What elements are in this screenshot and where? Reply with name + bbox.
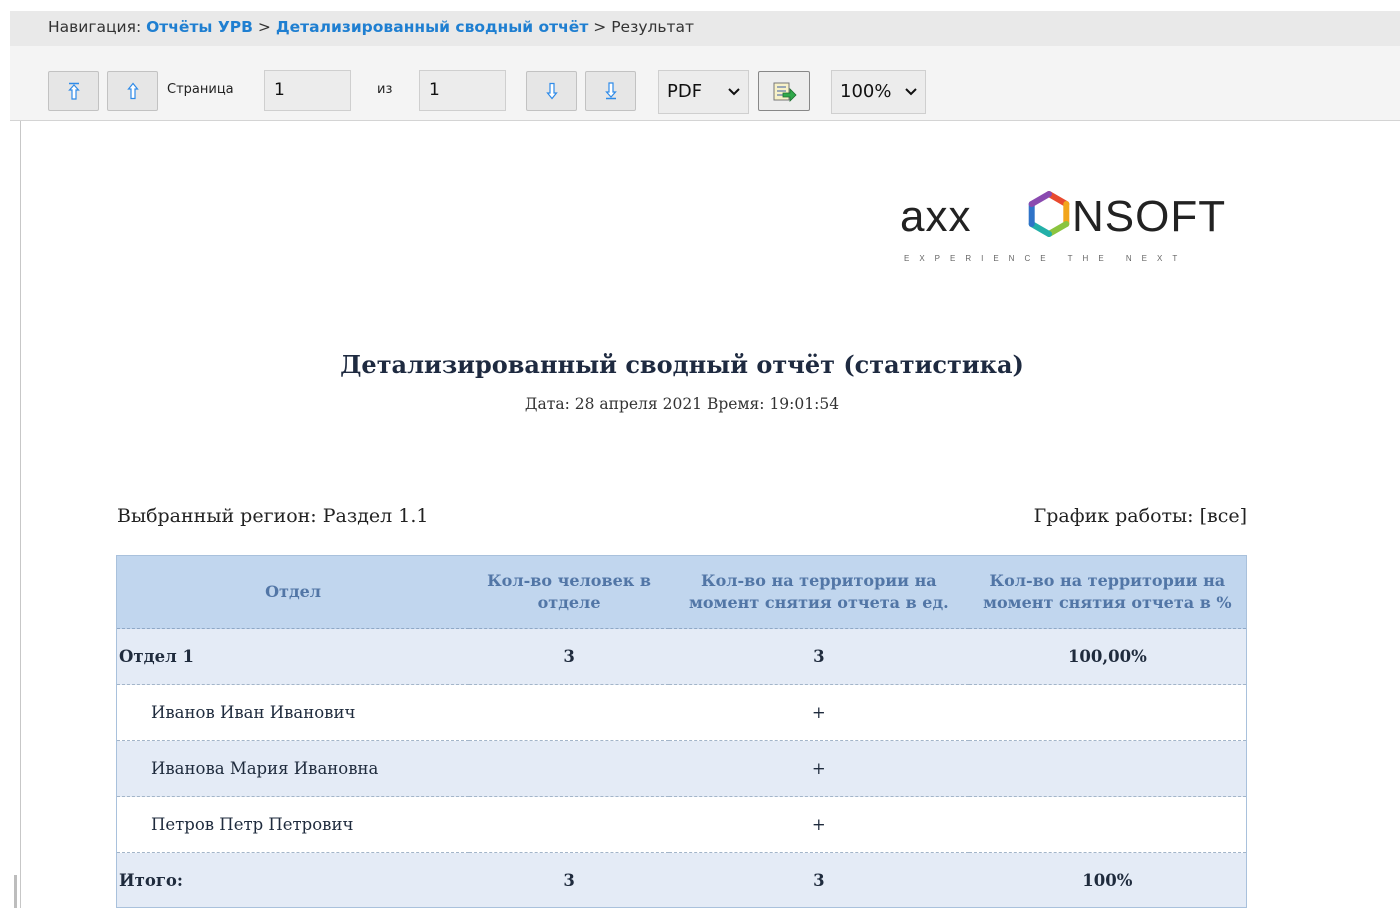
logo-tagline: EXPERIENCE THE NEXT — [904, 254, 1187, 263]
selected-region: Выбранный регион: Раздел 1.1 — [117, 505, 429, 527]
scrollbar[interactable] — [14, 875, 17, 908]
department-row: Отдел 1 3 3 100,00% — [116, 628, 1247, 685]
column-header-present-count: Кол-во на территории на момент снятия от… — [668, 555, 969, 629]
breadcrumb-current: Результат — [611, 18, 695, 36]
breadcrumb-separator: > — [593, 18, 607, 36]
report-datetime: Дата: 28 апреля 2021 Время: 19:01:54 — [524, 395, 840, 413]
export-icon — [773, 82, 797, 102]
employee-people-cell — [469, 796, 669, 853]
table-header-row: Отдел Кол-во человек в отделе Кол-во на … — [116, 555, 1247, 629]
axxonsoft-logo: axx nsoft EXPERIENCE THE NEXT — [900, 191, 1226, 263]
employee-percent-cell — [968, 740, 1247, 797]
department-people-count: 3 — [469, 628, 669, 685]
chevron-down-icon — [905, 88, 917, 96]
first-page-button[interactable] — [48, 71, 99, 111]
export-format-value: PDF — [667, 81, 703, 102]
employee-present-mark: + — [668, 796, 969, 853]
total-pages-field: 1 — [419, 70, 506, 111]
department-name: Отдел 1 — [116, 628, 470, 685]
column-header-department: Отдел — [116, 555, 470, 629]
table-row: Иванова Мария Ивановна + — [116, 740, 1247, 797]
work-schedule: График работы: [все] — [1033, 505, 1247, 527]
next-page-button[interactable] — [526, 71, 577, 111]
last-page-button[interactable] — [585, 71, 636, 111]
table-row: Иванов Иван Иванович + — [116, 684, 1247, 741]
report-toolbar: Страница 1 из 1 PDF 100% — [10, 46, 1400, 121]
breadcrumb-separator: > — [257, 18, 271, 36]
column-header-present-percent: Кол-во на территории на момент снятия от… — [968, 555, 1247, 629]
previous-page-button[interactable] — [107, 71, 158, 111]
employee-people-cell — [469, 740, 669, 797]
total-row: Итого: 3 3 100% — [116, 852, 1247, 908]
zoom-select[interactable]: 100% — [831, 70, 926, 114]
chevron-down-icon — [728, 88, 740, 96]
employee-name: Иванов Иван Иванович — [116, 684, 470, 741]
first-page-icon — [67, 82, 80, 100]
breadcrumb: Навигация: Отчёты УРВ > Детализированный… — [10, 11, 1400, 46]
breadcrumb-prefix: Навигация: — [48, 18, 142, 36]
employee-present-mark: + — [668, 684, 969, 741]
employee-name: Иванова Мария Ивановна — [116, 740, 470, 797]
arrow-down-icon — [545, 82, 558, 100]
total-present-percent: 100% — [968, 852, 1247, 908]
total-label: Итого: — [116, 852, 470, 908]
arrow-up-icon — [126, 82, 139, 100]
breadcrumb-link-urv-reports[interactable]: Отчёты УРВ — [146, 18, 253, 36]
table-row: Петров Петр Петрович + — [116, 796, 1247, 853]
of-label: из — [377, 82, 393, 97]
employee-percent-cell — [968, 796, 1247, 853]
column-header-people-count: Кол-во человек в отделе — [469, 555, 669, 629]
report-table: Отдел Кол-во человек в отделе Кол-во на … — [116, 555, 1247, 908]
export-button[interactable] — [758, 71, 810, 111]
logo-word-right: nsoft — [1072, 192, 1226, 241]
last-page-icon — [604, 82, 617, 100]
employee-name: Петров Петр Петрович — [116, 796, 470, 853]
logo-word-left: axx — [900, 192, 971, 241]
export-format-select[interactable]: PDF — [658, 70, 749, 114]
report-title: Детализированный сводный отчёт (статисти… — [340, 350, 1024, 379]
employee-present-mark: + — [668, 740, 969, 797]
total-present-count: 3 — [668, 852, 969, 908]
total-people-count: 3 — [469, 852, 669, 908]
page-number-input[interactable]: 1 — [264, 70, 351, 111]
page-label: Страница — [167, 82, 234, 97]
zoom-value: 100% — [840, 81, 892, 102]
breadcrumb-link-detailed-summary[interactable]: Детализированный сводный отчёт — [276, 18, 588, 36]
employee-percent-cell — [968, 684, 1247, 741]
document-left-border — [20, 121, 21, 908]
department-present-percent: 100,00% — [968, 628, 1247, 685]
employee-people-cell — [469, 684, 669, 741]
department-present-count: 3 — [668, 628, 969, 685]
logo-hexagon-icon — [1028, 191, 1070, 237]
